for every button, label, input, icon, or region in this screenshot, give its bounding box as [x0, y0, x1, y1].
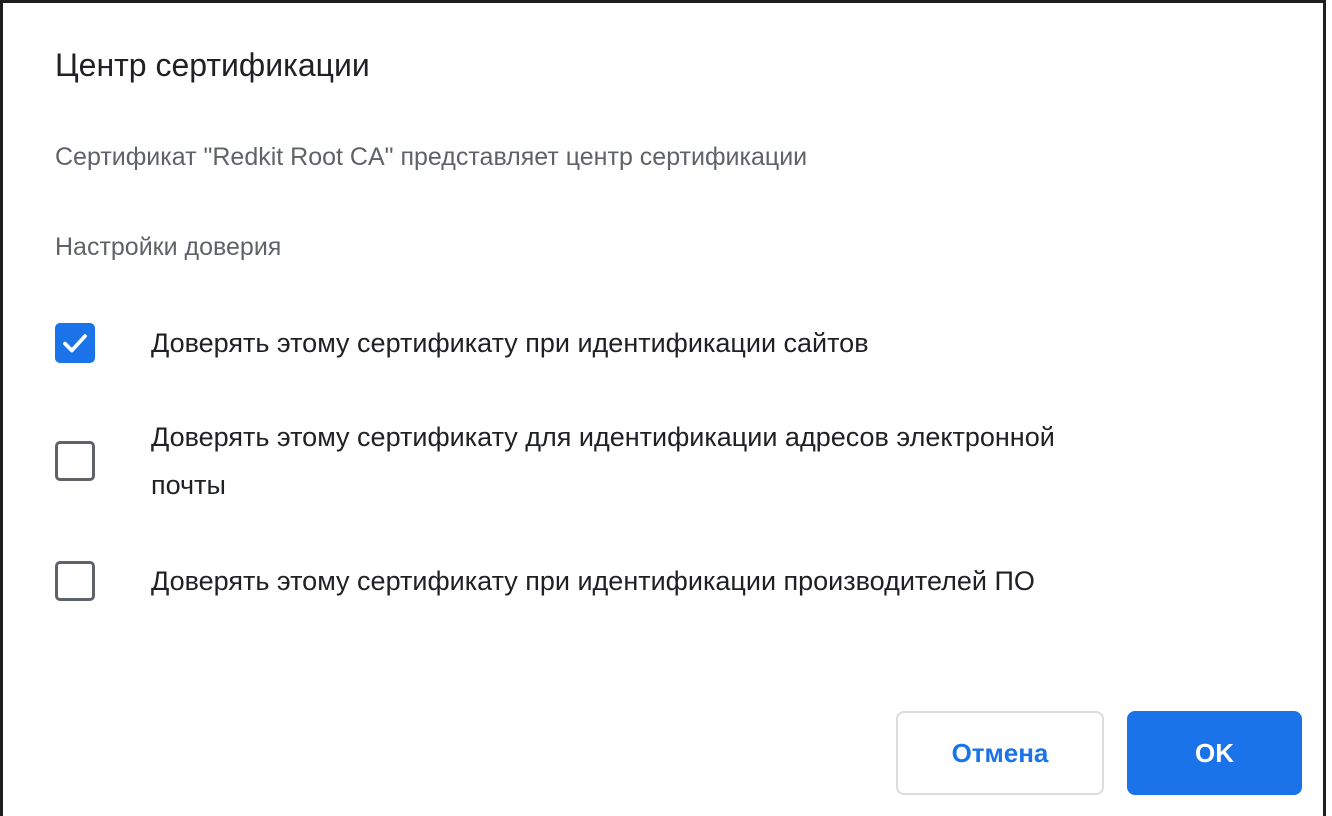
trust-settings-heading: Настройки доверия	[55, 233, 282, 261]
trust-email-label: Доверять этому сертификату для идентифик…	[151, 422, 1055, 500]
trust-email-option[interactable]: Доверять этому сертификату для идентифик…	[55, 413, 1055, 509]
cancel-button[interactable]: Отмена	[896, 711, 1104, 795]
trust-software-label: Доверять этому сертификату при идентифик…	[151, 566, 1035, 596]
trust-software-checkbox[interactable]	[55, 561, 95, 601]
trust-websites-label: Доверять этому сертификату при идентифик…	[151, 328, 869, 358]
checkmark-icon	[63, 334, 87, 353]
certificate-description: Сертификат "Redkit Root CA" представляет…	[55, 143, 808, 171]
trust-software-option[interactable]: Доверять этому сертификату при идентифик…	[55, 557, 1305, 605]
dialog-title: Центр сертификации	[55, 47, 370, 83]
trust-email-checkbox[interactable]	[55, 441, 95, 481]
certificate-authority-dialog: Центр сертификации Сертификат "Redkit Ro…	[0, 0, 1326, 816]
trust-websites-option[interactable]: Доверять этому сертификату при идентифик…	[55, 319, 1305, 367]
trust-websites-checkbox[interactable]	[55, 323, 95, 363]
ok-button[interactable]: OK	[1127, 711, 1302, 795]
